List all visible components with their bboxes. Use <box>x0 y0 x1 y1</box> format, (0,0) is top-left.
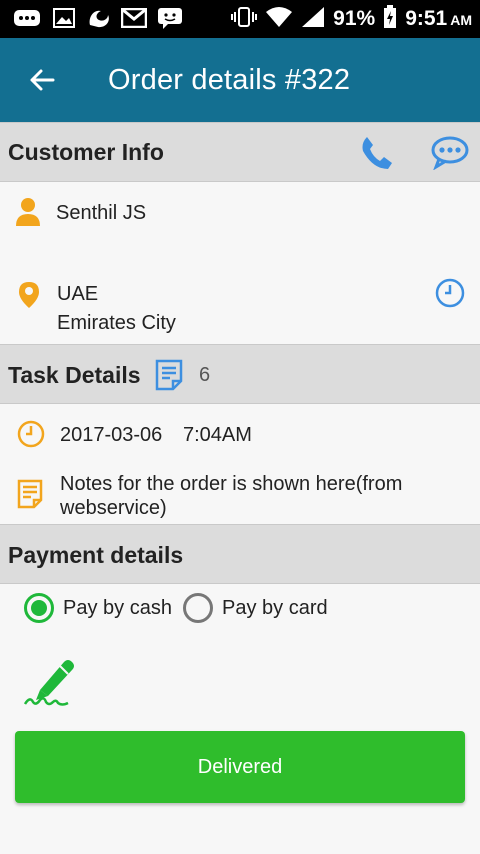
customer-name: Senthil JS <box>56 202 147 224</box>
wifi-icon <box>265 6 293 33</box>
uc-browser-icon <box>86 7 112 29</box>
delivered-button[interactable]: Delivered <box>15 731 465 803</box>
battery-charging-icon <box>383 4 397 34</box>
image-icon <box>52 7 76 29</box>
customer-info-heading: Customer Info <box>8 139 164 165</box>
messenger-icon <box>12 7 42 29</box>
back-button[interactable] <box>22 60 62 100</box>
pay-by-cash-radio[interactable]: Pay by cash <box>24 593 172 623</box>
task-details-heading: Task Details <box>8 362 141 388</box>
battery-percent: 91% <box>333 7 376 30</box>
clock-icon <box>16 419 46 449</box>
task-date: 2017-03-06 <box>60 424 163 446</box>
customer-info-header: Customer Info <box>0 122 480 182</box>
document-icon <box>154 358 184 392</box>
chat-icon <box>156 7 184 29</box>
person-icon <box>14 196 42 228</box>
status-bar: 91% 9:51 AM <box>0 0 480 38</box>
arrow-left-icon <box>30 69 55 91</box>
app-bar: Order details #322 <box>0 38 480 122</box>
page-title: Order details #322 <box>108 64 351 96</box>
pay-by-card-radio[interactable]: Pay by card <box>183 593 328 623</box>
location-pin-icon <box>16 280 42 310</box>
radio-dot <box>31 600 47 616</box>
notes-icon <box>16 478 44 510</box>
address-line1: UAE <box>57 283 99 305</box>
phone-icon[interactable] <box>356 133 396 173</box>
clock-icon[interactable] <box>434 277 466 309</box>
clock-time: 9:51 <box>405 7 448 30</box>
pay-by-card-label: Pay by card <box>222 596 328 619</box>
radio-circle <box>24 593 54 623</box>
clock-ampm: AM <box>450 12 472 28</box>
payment-details-header: Payment details <box>0 524 480 584</box>
signature-pen-icon[interactable] <box>22 656 76 708</box>
address-line2: Emirates City <box>57 312 176 334</box>
gmail-icon <box>120 7 148 29</box>
message-icon[interactable] <box>428 133 472 173</box>
task-count: 6 <box>199 364 211 386</box>
task-time: 7:04AM <box>183 424 252 446</box>
system-status: 91% 9:51 AM <box>231 0 472 38</box>
payment-details-heading: Payment details <box>8 542 184 568</box>
signal-icon <box>301 6 325 33</box>
task-details-header: Task Details 6 <box>0 344 480 404</box>
task-notes: Notes for the order is shown here(from w… <box>60 473 403 519</box>
radio-circle <box>183 593 213 623</box>
vibrate-icon <box>231 6 258 32</box>
pay-by-cash-label: Pay by cash <box>63 596 172 619</box>
